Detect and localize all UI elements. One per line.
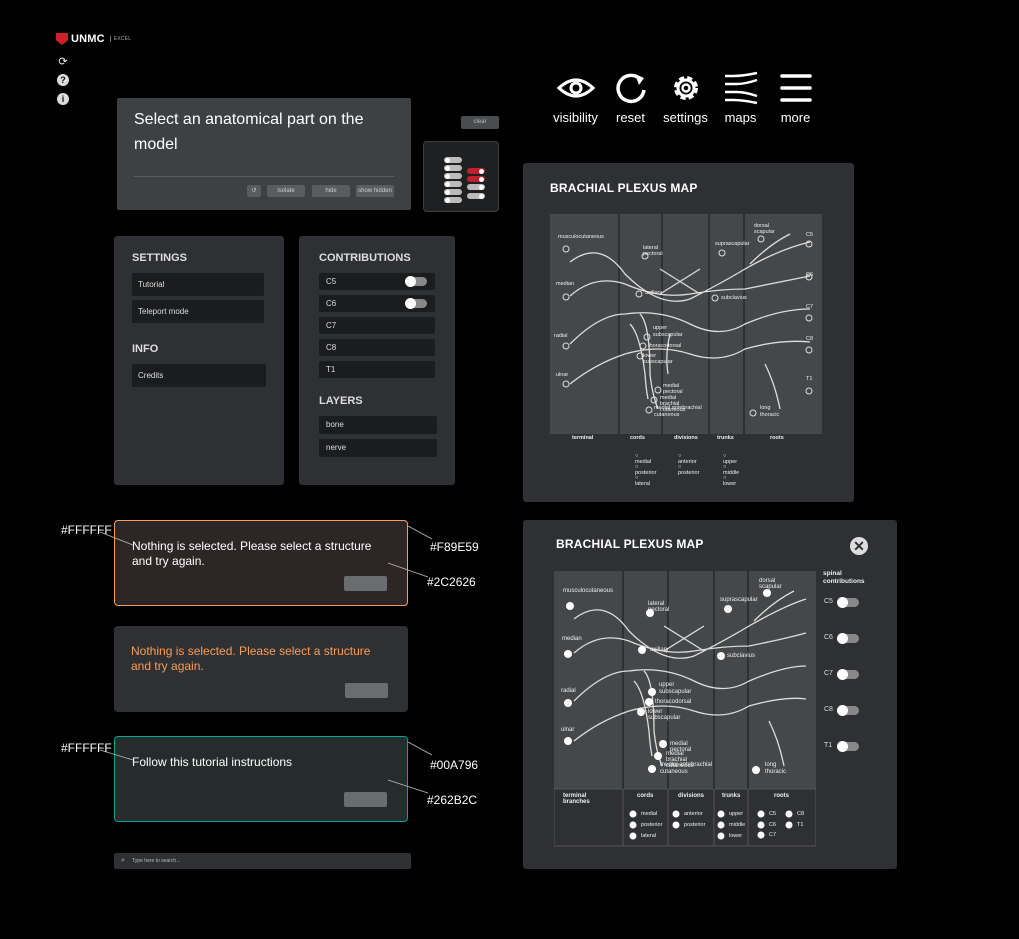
label-suprascapular[interactable]: suprascapular	[720, 597, 758, 603]
label-c6[interactable]: C6	[806, 272, 813, 278]
legend-trunk-lower[interactable]: lower	[729, 833, 742, 839]
spinal-t1-toggle[interactable]	[837, 741, 859, 752]
label-suprascapular[interactable]: suprascapular	[715, 241, 750, 247]
label-radial[interactable]: radial	[554, 333, 567, 339]
label-lateral-pectoral[interactable]: lateral pectoral	[643, 245, 663, 257]
map-title: BRACHIAL PLEXUS MAP	[550, 181, 698, 195]
plexus-diagram	[550, 214, 822, 434]
column-terminal-branches: terminal branches	[563, 793, 590, 805]
label-ulnar[interactable]: ulnar	[556, 372, 568, 378]
legend-root-c5[interactable]: C5	[769, 811, 776, 817]
annotation-bg-color: #2C2626	[427, 575, 476, 589]
label-musculocutaneous[interactable]: musculocutaneous	[558, 234, 604, 240]
column-cords: cords	[630, 435, 645, 441]
search-icon: ⌕	[121, 857, 125, 864]
legend-trunk-middle[interactable]: middle	[729, 822, 745, 828]
label-median[interactable]: median	[562, 636, 582, 642]
annotation-border-color: #00A796	[430, 758, 479, 772]
legend-trunk-upper[interactable]: upper	[729, 811, 743, 817]
legend-trunk-lower[interactable]: ○ lower	[723, 475, 736, 487]
label-subclavius[interactable]: subclavius	[721, 295, 747, 301]
label-musculocutaneous[interactable]: musculocutaneous	[563, 588, 613, 594]
label-c8[interactable]: C8	[806, 336, 813, 342]
spinal-c6-label: C6	[824, 634, 833, 641]
column-trunks: trunks	[717, 435, 734, 441]
brachial-plexus-map-small: BRACHIAL PLEXUS MAP musculocutaneous lat…	[523, 163, 854, 502]
label-radial[interactable]: radial	[561, 688, 576, 694]
annotation-text-color: #FFFFFF	[61, 523, 112, 537]
legend-root-c8[interactable]: C8	[797, 811, 804, 817]
search-placeholder: Type here to search...	[132, 858, 181, 864]
legend-cord-medial[interactable]: medial	[641, 811, 657, 817]
label-c7[interactable]: C7	[806, 304, 813, 310]
spinal-c7-toggle[interactable]	[837, 669, 859, 680]
label-axillary[interactable]: axillary	[650, 647, 669, 653]
spinal-c6-toggle[interactable]	[837, 633, 859, 644]
spinal-c8-toggle[interactable]	[837, 705, 859, 716]
legend-division-anterior[interactable]: anterior	[684, 811, 703, 817]
label-medial-pectoral[interactable]: medial pectoral	[663, 383, 683, 395]
spinal-c5-label: C5	[824, 598, 833, 605]
spinal-contributions-title: spinal contributions	[823, 570, 865, 585]
legend-cord-lateral[interactable]: ○ lateral	[635, 475, 650, 487]
label-median[interactable]: median	[556, 281, 574, 287]
spinal-t1-label: T1	[824, 742, 833, 749]
column-divisions: divisions	[674, 435, 698, 441]
column-roots: roots	[774, 793, 789, 799]
search-bar[interactable]: ⌕ Type here to search...	[114, 853, 411, 869]
label-subclavius[interactable]: subclavius	[727, 653, 755, 659]
legend-root-c6[interactable]: C6	[769, 822, 776, 828]
spinal-c7-label: C7	[824, 670, 833, 677]
legend-root-t1[interactable]: T1	[797, 822, 803, 828]
spinal-c5-toggle[interactable]	[837, 597, 859, 608]
legend-cord-posterior[interactable]: posterior	[641, 822, 662, 828]
label-axillary[interactable]: axillary	[645, 290, 662, 296]
label-long-thoracic[interactable]: long thoracic	[760, 405, 790, 419]
annotation-text-color: #FFFFFF	[61, 741, 112, 755]
label-upper-subscapular[interactable]: upper subscapular	[653, 325, 698, 339]
column-roots: roots	[770, 435, 784, 441]
column-trunks: trunks	[722, 793, 741, 799]
legend-cord-lateral[interactable]: lateral	[641, 833, 656, 839]
label-lower-subscapular[interactable]: lower subscapular	[648, 709, 680, 721]
label-thoracodorsal[interactable]: thoracodorsal	[648, 343, 681, 349]
label-thoracodorsal[interactable]: thoracodorsal	[655, 699, 691, 705]
legend-division-posterior[interactable]: posterior	[684, 822, 705, 828]
label-ulnar[interactable]: ulnar	[561, 727, 574, 733]
label-dorsal-scapular[interactable]: dorsal scapular	[754, 223, 775, 235]
column-cords: cords	[637, 793, 654, 799]
column-divisions: divisions	[678, 793, 705, 799]
column-terminal: terminal	[572, 435, 594, 441]
legend-division-posterior[interactable]: ○ posterior	[678, 464, 699, 476]
label-c5[interactable]: C5	[806, 232, 813, 238]
label-long-thoracic[interactable]: long thoracic	[765, 762, 795, 776]
label-t1[interactable]: T1	[806, 376, 812, 382]
label-upper-subscapular[interactable]: upper subscapular	[659, 682, 704, 696]
label-lower-subscapular[interactable]: lower subscapular	[643, 353, 673, 365]
label-medial-antebrachial-cutaneous[interactable]: medial antebrachial cutaneous	[654, 405, 714, 419]
annotation-border-color: #F89E59	[430, 540, 479, 554]
annotation-bg-color: #262B2C	[427, 793, 478, 807]
plexus-diagram	[554, 571, 816, 847]
close-icon[interactable]: ✕	[850, 537, 868, 555]
label-medial-antebrachial-cutaneous[interactable]: medial antebrachial cutaneous	[660, 762, 720, 776]
label-dorsal-scapular[interactable]: dorsal scapular	[759, 578, 782, 590]
legend-root-c7[interactable]: C7	[769, 832, 776, 838]
map-title: BRACHIAL PLEXUS MAP	[556, 537, 704, 551]
spinal-c8-label: C8	[824, 706, 833, 713]
label-lateral-pectoral[interactable]: lateral pectoral	[648, 601, 669, 613]
